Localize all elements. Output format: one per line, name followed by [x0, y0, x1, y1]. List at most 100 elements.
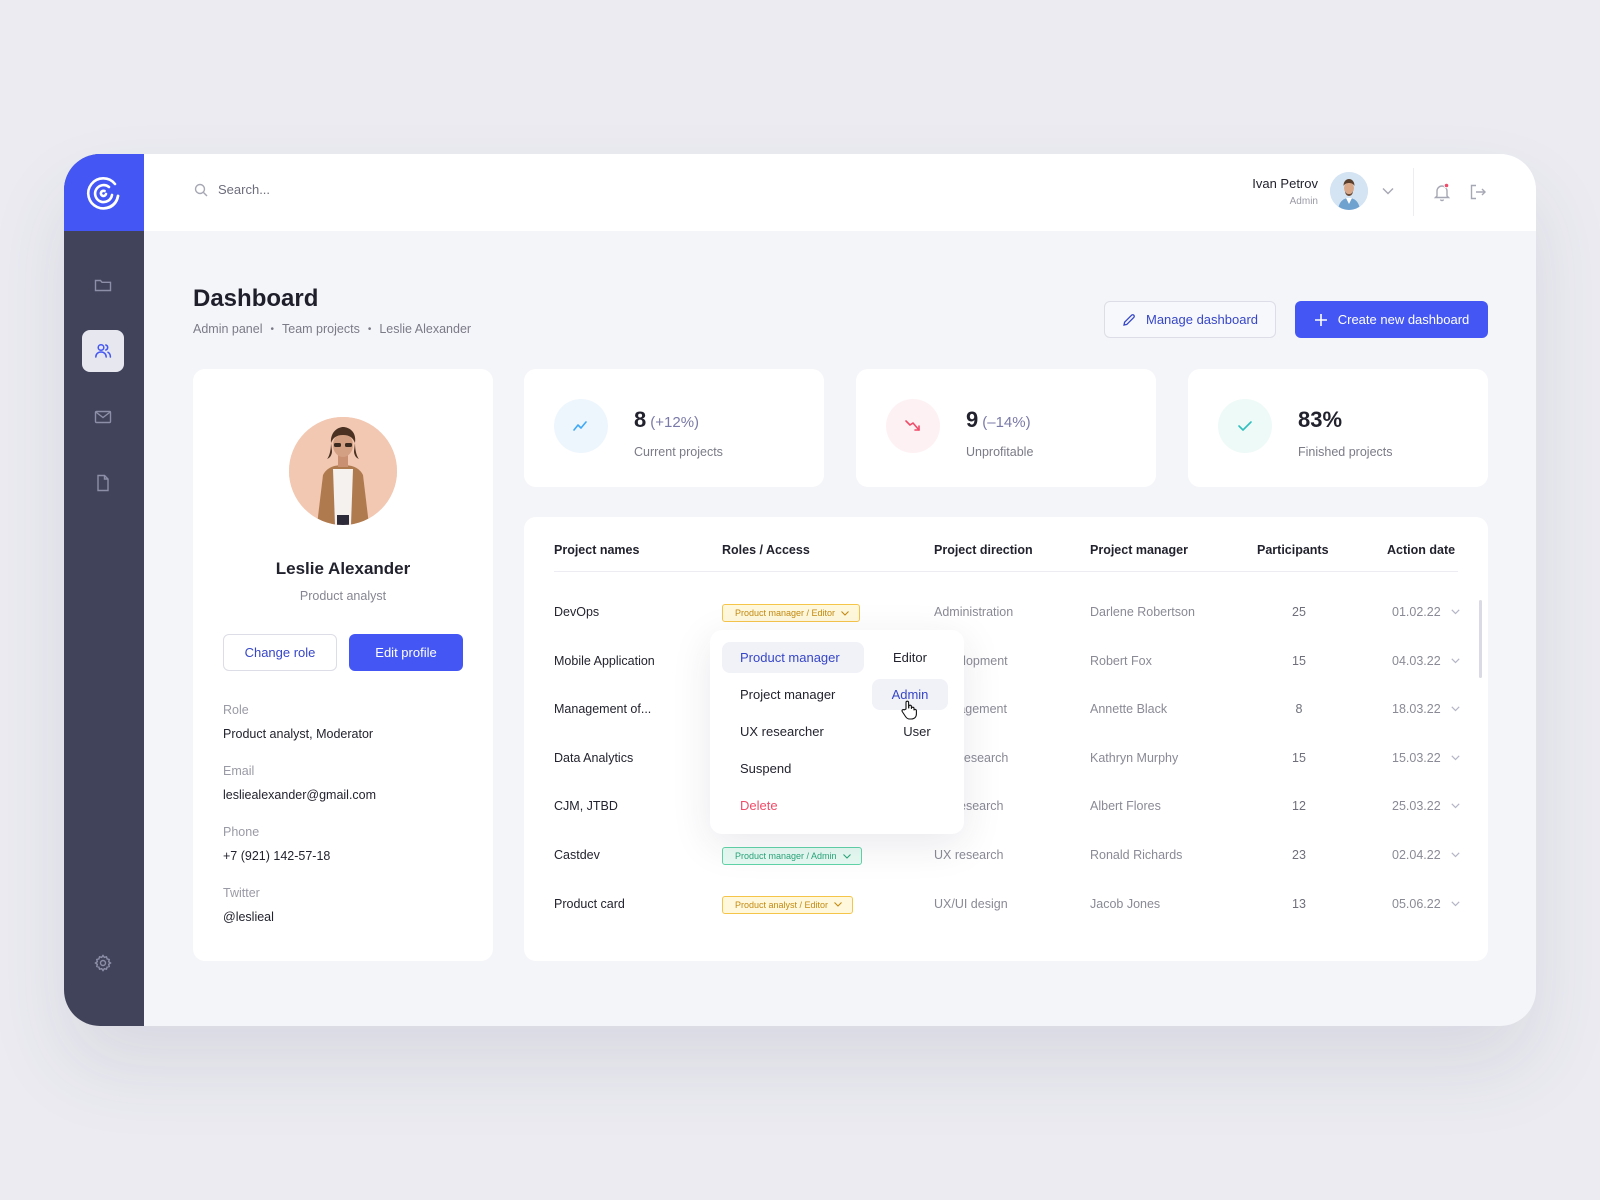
action-date[interactable]: 01.02.22	[1392, 602, 1460, 622]
table-row[interactable]: Mobile Application Development Robert Fox 1…	[524, 651, 1488, 691]
action-date[interactable]: 25.03.22	[1392, 796, 1460, 816]
chevron-down-icon[interactable]	[1451, 657, 1460, 664]
chevron-down-icon[interactable]	[1451, 755, 1460, 761]
action-date[interactable]: 04.03.22	[1392, 651, 1460, 671]
chevron-down-icon	[841, 610, 849, 616]
column-header[interactable]: Participants	[1257, 543, 1329, 557]
table-row[interactable]: Management of... Management Annette Black 8…	[524, 699, 1488, 739]
check-icon	[1238, 421, 1252, 431]
logout-button[interactable]	[1468, 182, 1488, 207]
role-access-badge[interactable]: Product manager / Editor	[722, 604, 861, 622]
stat-card-unprofitable: 9 (–14%) Unprofitable	[856, 369, 1156, 487]
chevron-down-icon[interactable]	[1451, 900, 1460, 907]
chevron-down-icon[interactable]	[1451, 803, 1460, 809]
project-manager: Ronald Richards	[1090, 848, 1183, 862]
edit-profile-button[interactable]: Edit profile	[349, 634, 463, 671]
breadcrumb-item[interactable]: Admin panel	[193, 322, 263, 336]
participants-count: 25	[1292, 605, 1306, 619]
participants-count: 15	[1292, 750, 1306, 765]
app-window: Ivan Petrov Admin Dashboard	[64, 154, 1536, 1026]
change-role-button[interactable]: Change role	[223, 634, 337, 671]
user-menu[interactable]: Ivan Petrov Admin	[1252, 172, 1394, 210]
twitter-label: Twitter	[223, 886, 260, 900]
project-name[interactable]: Data Analytics	[554, 748, 633, 768]
dropdown-access-editor[interactable]: Editor	[872, 642, 948, 673]
table-row[interactable]: Castdev Product manager / Admin UX researc…	[524, 845, 1488, 885]
sidebar-item-documents[interactable]	[82, 462, 124, 504]
role-access-badge[interactable]: Product manager / Admin	[722, 847, 862, 865]
file-icon	[97, 474, 109, 492]
twitter-value[interactable]: @leslieal	[223, 910, 274, 924]
project-name[interactable]: CJM, JTBD	[554, 796, 618, 816]
stat-label: Current projects	[634, 445, 723, 459]
project-direction: Administration	[934, 605, 1014, 619]
stat-value: 8 (+12%)	[634, 407, 700, 432]
table-row[interactable]: Data Analytics UX Research Kathryn Murphy 1…	[524, 748, 1488, 788]
column-header[interactable]: Project names	[554, 543, 639, 557]
project-name[interactable]: Product card	[554, 894, 625, 914]
column-header[interactable]: Action date	[1387, 543, 1455, 557]
role-access-badge[interactable]: Product analyst / Editor	[722, 895, 854, 914]
action-date-value: 05.06.22	[1392, 896, 1441, 911]
table-row[interactable]: CJM, JTBD UX research Albert Flores 12 25.03…	[524, 796, 1488, 836]
dropdown-suspend[interactable]: Suspend	[722, 753, 864, 784]
profile-avatar	[289, 417, 397, 525]
manage-dashboard-button[interactable]: Manage dashboard	[1104, 301, 1276, 338]
notifications-button[interactable]	[1432, 182, 1452, 207]
action-date-value: 18.03.22	[1392, 702, 1441, 717]
stat-card-finished-projects: 83% Finished projects	[1188, 369, 1488, 487]
column-header[interactable]: Project direction	[934, 543, 1033, 557]
user-role: Admin	[1289, 195, 1318, 207]
chevron-down-icon[interactable]	[1451, 852, 1460, 858]
user-avatar[interactable]	[1330, 172, 1368, 210]
action-date[interactable]: 05.06.22	[1392, 894, 1460, 914]
participants-count: 8	[1295, 702, 1303, 717]
table-scrollbar[interactable]	[1479, 600, 1482, 678]
stat-value: 9 (–14%)	[966, 407, 1031, 432]
table-row[interactable]: DevOps Product manager / Editor Administra…	[524, 602, 1488, 642]
dropdown-role-ux-researcher[interactable]: UX researcher	[722, 716, 864, 747]
project-name[interactable]: Castdev	[554, 845, 600, 865]
sidebar-item-projects[interactable]	[82, 264, 124, 306]
project-name[interactable]: DevOps	[554, 602, 599, 622]
stat-icon-bg	[886, 399, 940, 453]
project-name[interactable]: Mobile Application	[554, 651, 655, 671]
stat-card-current-projects: 8 (+12%) Current projects	[524, 369, 824, 487]
dropdown-access-user[interactable]: User	[872, 716, 948, 747]
participants-count: 23	[1292, 848, 1306, 862]
dropdown-delete[interactable]: Delete	[722, 790, 864, 821]
chevron-down-icon[interactable]	[1451, 609, 1460, 615]
breadcrumb-item[interactable]: Leslie Alexander	[379, 322, 471, 336]
folder-icon	[94, 279, 112, 292]
create-dashboard-label: Create new dashboard	[1337, 312, 1470, 327]
search-input[interactable]	[218, 182, 518, 197]
column-header[interactable]: Roles / Access	[722, 543, 810, 557]
role-value: Product analyst, Moderator	[223, 727, 374, 741]
chevron-down-icon[interactable]	[1451, 706, 1460, 712]
pencil-icon	[1123, 313, 1135, 326]
logo[interactable]	[64, 154, 144, 231]
table-row[interactable]: Product card Product analyst / Editor UX/U…	[524, 894, 1488, 934]
email-value[interactable]: lesliealexander@gmail.com	[223, 788, 376, 802]
action-date[interactable]: 18.03.22	[1392, 699, 1460, 719]
chevron-down-icon[interactable]	[1382, 187, 1394, 195]
dropdown-role-product-manager[interactable]: Product manager	[722, 642, 864, 673]
action-date[interactable]: 15.03.22	[1392, 748, 1460, 768]
settings-button[interactable]	[82, 942, 124, 984]
project-manager: Annette Black	[1090, 702, 1168, 717]
search-bar	[194, 182, 518, 197]
mail-icon	[94, 410, 112, 424]
sidebar-item-team[interactable]	[82, 330, 124, 372]
search-icon	[194, 183, 208, 196]
project-name[interactable]: Management of...	[554, 699, 651, 719]
dropdown-role-project-manager[interactable]: Project manager	[722, 679, 864, 710]
breadcrumb-item[interactable]: Team projects	[282, 322, 360, 336]
plus-icon	[1314, 313, 1327, 326]
logout-icon	[1470, 184, 1486, 200]
sidebar-item-messages[interactable]	[82, 396, 124, 438]
gear-icon	[94, 954, 112, 972]
column-header[interactable]: Project manager	[1090, 543, 1188, 557]
create-dashboard-button[interactable]: Create new dashboard	[1295, 301, 1488, 338]
action-date[interactable]: 02.04.22	[1392, 845, 1460, 865]
stat-change: (+12%)	[650, 414, 700, 431]
